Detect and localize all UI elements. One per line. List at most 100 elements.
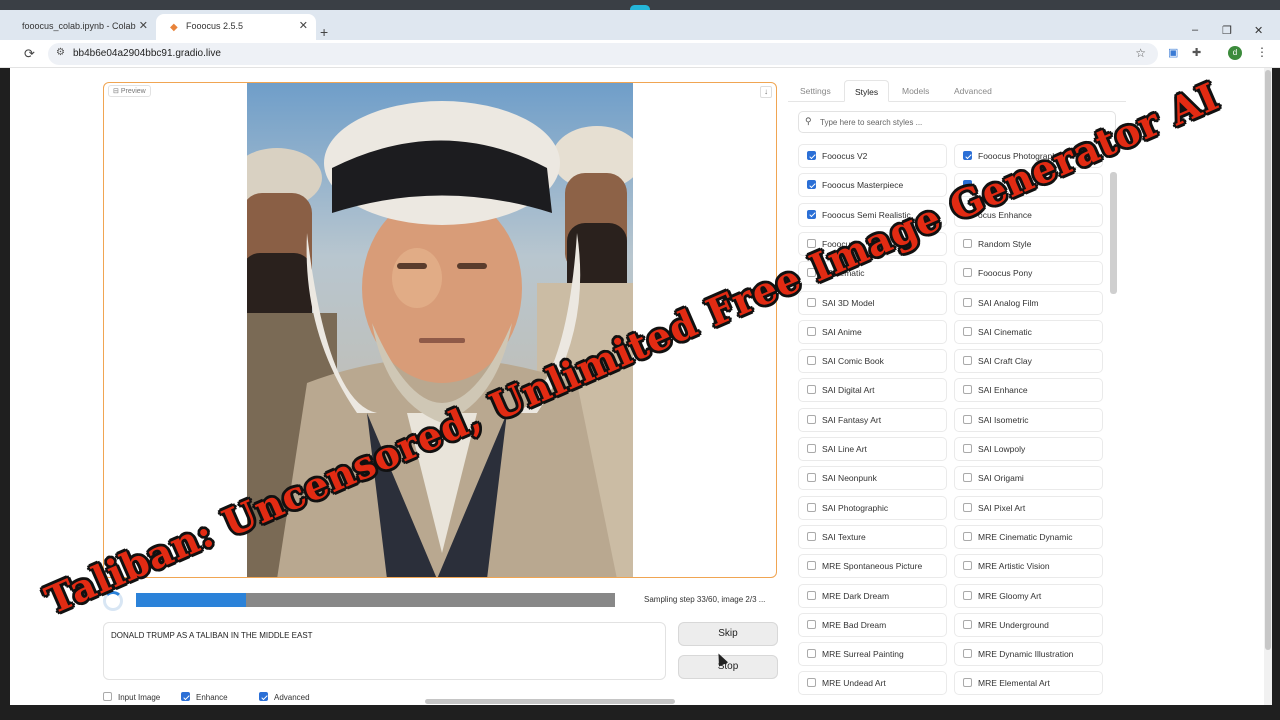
style-checkbox[interactable] [807, 326, 816, 336]
screen-cast-icon[interactable]: ▣ [1168, 46, 1178, 59]
style-option[interactable]: SAI Digital Art [798, 378, 947, 403]
style-option[interactable]: Fooocus Masterpiece [798, 173, 947, 198]
style-checkbox[interactable] [807, 619, 816, 629]
style-checkbox[interactable] [807, 444, 816, 453]
close-window-button[interactable]: ✕ [1254, 24, 1263, 37]
enhance-checkbox[interactable] [181, 692, 190, 701]
style-option[interactable]: SAI Fantasy Art [798, 407, 947, 432]
reload-icon[interactable]: ⟳ [24, 46, 35, 62]
new-tab-button[interactable]: + [320, 24, 328, 40]
style-checkbox[interactable] [963, 444, 972, 453]
style-checkbox[interactable] [807, 502, 816, 512]
browser-menu-icon[interactable]: ⋮ [1256, 45, 1268, 59]
style-option[interactable]: SAI Photographic [798, 495, 947, 520]
style-checkbox[interactable] [963, 356, 972, 366]
style-list-scrollbar[interactable] [1110, 144, 1117, 705]
style-checkbox[interactable] [963, 385, 972, 395]
style-option[interactable]: Random Style [954, 231, 1103, 256]
style-option[interactable]: MRE Artistic Vision [954, 554, 1103, 579]
close-tab-icon[interactable]: ✕ [299, 14, 308, 38]
style-checkbox[interactable] [807, 297, 816, 307]
advanced-checkbox[interactable] [259, 692, 268, 701]
style-option[interactable]: MRE Cinematic Dynamic [954, 524, 1103, 549]
style-checkbox[interactable] [963, 414, 972, 424]
maximize-button[interactable]: ❐ [1222, 24, 1232, 37]
style-option[interactable]: SAI Comic Book [798, 349, 947, 374]
browser-tab-fooocus[interactable]: ◆ Fooocus 2.5.5 ✕ [156, 14, 316, 40]
page-scrollbar[interactable] [1264, 68, 1272, 705]
style-checkbox[interactable] [807, 561, 816, 571]
download-icon[interactable]: ↓ [760, 86, 772, 98]
style-checkbox[interactable] [963, 473, 972, 483]
tab-settings[interactable]: Settings [790, 80, 841, 102]
enhance-option[interactable]: Enhance [181, 692, 228, 702]
style-option[interactable]: SAI Line Art [798, 437, 947, 461]
style-checkbox[interactable] [807, 209, 816, 219]
extensions-icon[interactable]: ✚ [1192, 46, 1201, 59]
style-option[interactable]: MRE Dark Dream [798, 583, 947, 608]
style-option[interactable]: SAI Analog Film [954, 290, 1103, 315]
style-checkbox[interactable] [807, 180, 816, 190]
style-checkbox[interactable] [807, 678, 816, 688]
input-image-option[interactable]: Input Image [103, 692, 160, 702]
style-option[interactable]: SAI Isometric [954, 407, 1103, 432]
tab-styles[interactable]: Styles [844, 80, 890, 102]
style-checkbox[interactable] [807, 356, 816, 366]
stop-button[interactable]: Stop [678, 655, 778, 679]
style-checkbox[interactable] [963, 268, 972, 278]
style-option[interactable]: MRE Dynamic Illustration [954, 642, 1103, 667]
style-checkbox[interactable] [963, 238, 972, 248]
style-search-box[interactable]: ⚲ Type here to search styles ... [798, 111, 1116, 133]
style-option[interactable]: SAI Enhance [954, 378, 1103, 403]
style-option[interactable]: MRE Surreal Painting [798, 642, 947, 667]
style-checkbox[interactable] [807, 385, 816, 395]
style-option[interactable]: SAI Lowpoly [954, 437, 1103, 461]
style-option[interactable]: SAI Texture [798, 524, 947, 549]
style-option[interactable]: SAI 3D Model [798, 290, 947, 315]
style-checkbox[interactable] [963, 151, 972, 160]
close-tab-icon[interactable]: ✕ [139, 14, 148, 38]
style-option[interactable]: SAI Neonpunk [798, 466, 947, 491]
site-info-icon[interactable]: ⚙ [56, 47, 65, 58]
style-checkbox[interactable] [807, 531, 816, 541]
style-checkbox[interactable] [963, 649, 972, 659]
style-checkbox[interactable] [963, 590, 972, 600]
style-checkbox[interactable] [963, 297, 972, 307]
style-checkbox[interactable] [807, 649, 816, 659]
horizontal-scrollbar[interactable] [425, 699, 675, 704]
input-image-checkbox[interactable] [103, 692, 112, 701]
style-option[interactable]: Fooocus Pony [954, 261, 1103, 286]
style-option[interactable]: MRE Undead Art [798, 671, 947, 696]
style-option[interactable]: MRE Bad Dream [798, 612, 947, 637]
page-scrollbar-thumb[interactable] [1265, 70, 1271, 650]
skip-button[interactable]: Skip [678, 622, 778, 646]
url-field[interactable]: ⚙ bb4b6e04a2904bbc91.gradio.live ☆ [48, 43, 1158, 65]
minimize-button[interactable]: – [1192, 24, 1198, 36]
style-checkbox[interactable] [963, 678, 972, 688]
bookmark-star-icon[interactable]: ☆ [1135, 46, 1146, 60]
style-option[interactable]: SAI Craft Clay [954, 349, 1103, 374]
profile-avatar[interactable]: d [1228, 46, 1242, 60]
style-option[interactable]: SAI Anime [798, 319, 947, 344]
style-checkbox[interactable] [807, 473, 816, 483]
prompt-input[interactable]: DONALD TRUMP AS A TALIBAN IN THE MIDDLE … [103, 622, 666, 680]
style-checkbox[interactable] [963, 619, 972, 629]
style-option[interactable]: SAI Pixel Art [954, 495, 1103, 520]
style-checkbox[interactable] [807, 151, 816, 160]
style-checkbox[interactable] [963, 531, 972, 541]
style-checkbox[interactable] [963, 502, 972, 512]
style-option[interactable]: Fooocus V2 [798, 144, 947, 168]
style-checkbox[interactable] [963, 561, 972, 571]
style-option[interactable]: SAI Cinematic [954, 319, 1103, 344]
style-option[interactable]: MRE Gloomy Art [954, 583, 1103, 608]
style-checkbox[interactable] [807, 590, 816, 600]
style-checkbox[interactable] [807, 414, 816, 424]
advanced-option[interactable]: Advanced [259, 692, 310, 702]
scrollbar-thumb[interactable] [1110, 172, 1117, 294]
tab-advanced[interactable]: Advanced [944, 80, 1002, 102]
browser-tab-colab[interactable]: fooocus_colab.ipynb - Colab ✕ [8, 14, 156, 40]
style-option[interactable]: MRE Underground [954, 612, 1103, 637]
style-option[interactable]: MRE Elemental Art [954, 671, 1103, 696]
style-option[interactable]: SAI Origami [954, 466, 1103, 491]
style-option[interactable]: MRE Spontaneous Picture [798, 554, 947, 579]
